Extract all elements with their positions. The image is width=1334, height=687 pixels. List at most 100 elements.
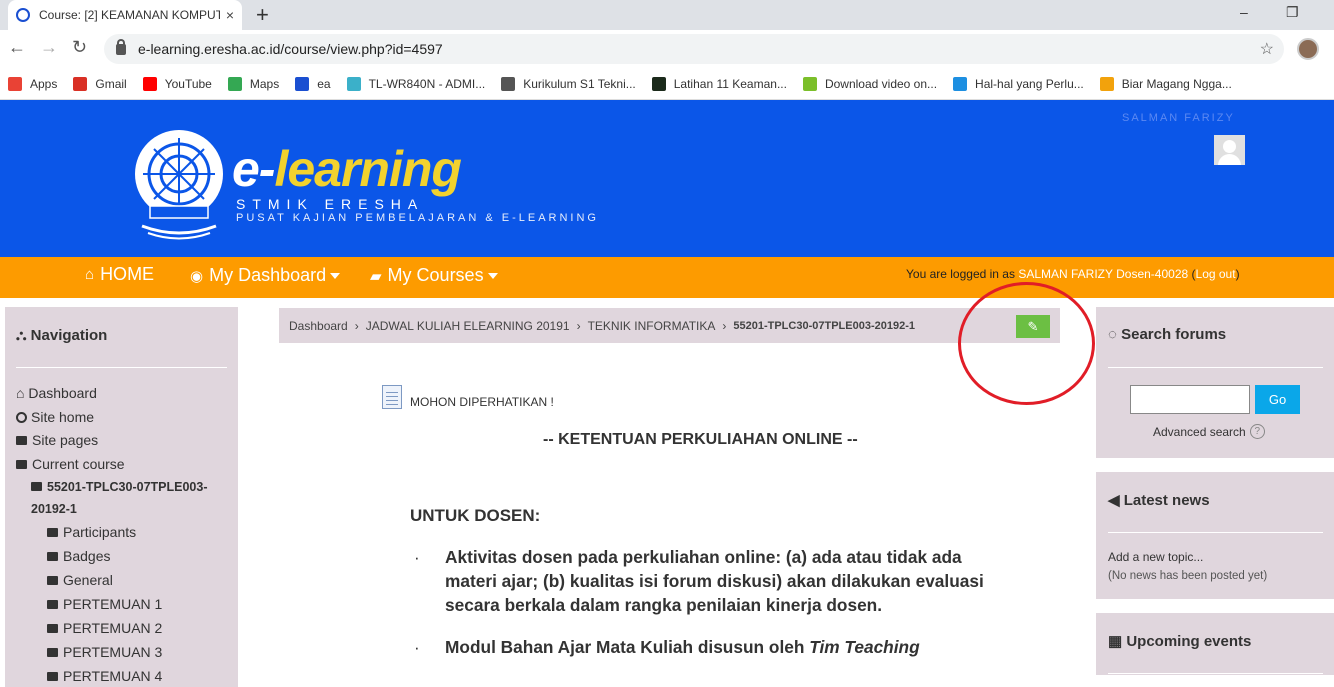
bookmark-item[interactable]: Apps [8, 76, 58, 91]
breadcrumb-item[interactable]: Dashboard [289, 319, 348, 333]
paragraph-1: Aktivitas dosen pada perkuliahan online:… [445, 547, 984, 615]
menu-home[interactable]: ⌂ HOME [85, 264, 154, 285]
bookmark-label: TL-WR840N - ADMI... [368, 76, 486, 91]
bookmark-label: Apps [30, 76, 58, 91]
nav-site-pages[interactable]: Site pages [16, 432, 98, 448]
forum-search-input[interactable] [1130, 385, 1250, 414]
bookmark-label: Biar Magang Ngga... [1121, 76, 1232, 91]
breadcrumb-separator: › [354, 318, 359, 333]
lock-icon [116, 38, 126, 55]
bookmark-star-icon[interactable]: ☆ [1260, 39, 1274, 59]
bookmark-favicon-icon [295, 76, 310, 91]
nav-course-item[interactable]: Badges [47, 548, 110, 564]
calendar-icon: ▦ [1108, 633, 1127, 650]
navigation-block: ⛬ Navigation ⌂ Dashboard Site home Site … [5, 307, 238, 687]
reload-icon[interactable]: ↻ [72, 37, 87, 58]
menu-courses[interactable]: ▰ My Courses [370, 265, 498, 286]
folder-open-icon [31, 482, 42, 491]
home-icon: ⌂ [16, 385, 29, 401]
breadcrumb-item[interactable]: JADWAL KULIAH ELEARNING 20191 [366, 319, 570, 333]
nav-course-code-cont[interactable]: 20192-1 [31, 502, 77, 516]
bullet: · [414, 638, 420, 657]
nav-dashboard[interactable]: ⌂ Dashboard [16, 385, 97, 401]
bookmark-item[interactable]: Latihan 11 Keaman... [651, 76, 787, 91]
forward-icon[interactable]: → [40, 37, 58, 58]
bookmark-favicon-icon [227, 76, 242, 91]
bookmark-item[interactable]: Maps [227, 76, 279, 91]
dashboard-icon: ◉ [190, 267, 204, 285]
bullet: · [414, 548, 420, 567]
navigation-title: ⛬ Navigation [16, 327, 108, 344]
bookmark-label: Kurikulum S1 Tekni... [523, 76, 636, 91]
address-bar-row: ← → ↻ e-learning.eresha.ac.id/course/vie… [0, 30, 1334, 68]
bookmark-label: YouTube [164, 76, 212, 91]
bookmark-favicon-icon [953, 76, 968, 91]
untuk-dosen-heading: UNTUK DOSEN: [410, 506, 541, 525]
bookmark-favicon-icon [142, 76, 157, 91]
bookmark-label: Gmail [95, 76, 127, 91]
bookmark-item[interactable]: Biar Magang Ngga... [1099, 76, 1232, 91]
elearning-logo: e-learning [232, 141, 462, 197]
login-info: You are logged in as SALMAN FARIZY Dosen… [906, 267, 1240, 281]
red-annotation-circle [958, 282, 1095, 405]
bookmark-item[interactable]: Gmail [73, 76, 127, 91]
bookmark-favicon-icon [73, 76, 88, 91]
bookmark-favicon-icon [346, 76, 361, 91]
bookmark-item[interactable]: Hal-hal yang Perlu... [953, 76, 1084, 91]
bookmark-favicon-icon [501, 76, 516, 91]
nav-course-code[interactable]: 55201-TPLC30-07TPLE003- [31, 480, 208, 494]
breadcrumb: Dashboard › JADWAL KULIAH ELEARNING 20191 ›… [279, 308, 1060, 343]
bookmark-item[interactable]: Kurikulum S1 Tekni... [501, 76, 636, 91]
folder-icon [16, 436, 27, 445]
restore-icon[interactable]: ❐ [1286, 4, 1299, 21]
bookmark-item[interactable]: TL-WR840N - ADMI... [346, 76, 486, 91]
nav-course-item[interactable]: PERTEMUAN 4 [47, 668, 162, 684]
bookmark-favicon-icon [651, 76, 666, 91]
comments-icon: ◌ [1108, 326, 1122, 343]
bookmark-item[interactable]: YouTube [142, 76, 212, 91]
notice-link[interactable]: MOHON DIPERHATIKAN ! [410, 395, 554, 409]
folder-icon [47, 648, 58, 657]
search-go-button[interactable]: Go [1255, 385, 1300, 414]
nav-site-home[interactable]: Site home [16, 409, 94, 425]
new-tab-button[interactable]: + [256, 2, 269, 28]
bookmark-item[interactable]: Download video on... [802, 76, 937, 91]
breadcrumb-item[interactable]: TEKNIK INFORMATIKA [588, 319, 716, 333]
nav-current-course[interactable]: Current course [16, 456, 125, 472]
logged-user-link[interactable]: SALMAN FARIZY Dosen-40028 [1018, 267, 1188, 281]
menu-dashboard[interactable]: ◉ My Dashboard [190, 265, 341, 286]
folder-icon [47, 576, 58, 585]
nav-course-item[interactable]: PERTEMUAN 2 [47, 620, 162, 636]
home-icon: ⌂ [85, 266, 95, 283]
folder-open-icon [16, 460, 27, 469]
back-icon[interactable]: ← [8, 37, 26, 58]
minimize-icon[interactable]: – [1240, 4, 1248, 20]
user-avatar[interactable] [1214, 135, 1245, 165]
content-heading: -- KETENTUAN PERKULIAHAN ONLINE -- [543, 431, 858, 448]
nav-course-item[interactable]: PERTEMUAN 1 [47, 596, 162, 612]
browser-tab[interactable]: Course: [2] KEAMANAN KOMPUTER × [8, 0, 242, 30]
nav-course-item[interactable]: General [47, 572, 113, 588]
search-forums-title: ◌ Search forums [1108, 326, 1227, 343]
circle-icon [16, 412, 27, 423]
tab-close-icon[interactable]: × [226, 7, 234, 23]
add-topic-link[interactable]: Add a new topic... [1108, 550, 1203, 564]
breadcrumb-separator: › [576, 318, 581, 333]
divider [16, 367, 227, 368]
header-user-name[interactable]: SALMAN FARIZY [1122, 112, 1235, 124]
logo-tagline: PUSAT KAJIAN PEMBELAJARAN & E-LEARNING [236, 212, 599, 224]
bookmark-label: Hal-hal yang Perlu... [975, 76, 1084, 91]
advanced-search-link[interactable]: Advanced search [1153, 425, 1246, 439]
folder-icon [47, 600, 58, 609]
logout-link[interactable]: Log out [1196, 267, 1236, 281]
bookmark-item[interactable]: ea [295, 76, 331, 91]
nav-course-item[interactable]: PERTEMUAN 3 [47, 644, 162, 660]
caret-down-icon [330, 272, 341, 279]
breadcrumb-item[interactable]: 55201-TPLC30-07TPLE003-20192-1 [733, 320, 915, 332]
help-icon[interactable]: ? [1249, 424, 1265, 439]
site-favicon-icon [16, 8, 30, 22]
nav-course-item[interactable]: Participants [47, 524, 136, 540]
url-input[interactable]: e-learning.eresha.ac.id/course/view.php?… [104, 34, 1284, 64]
profile-avatar[interactable] [1297, 38, 1319, 60]
advanced-search: Advanced search ? [1153, 424, 1265, 439]
